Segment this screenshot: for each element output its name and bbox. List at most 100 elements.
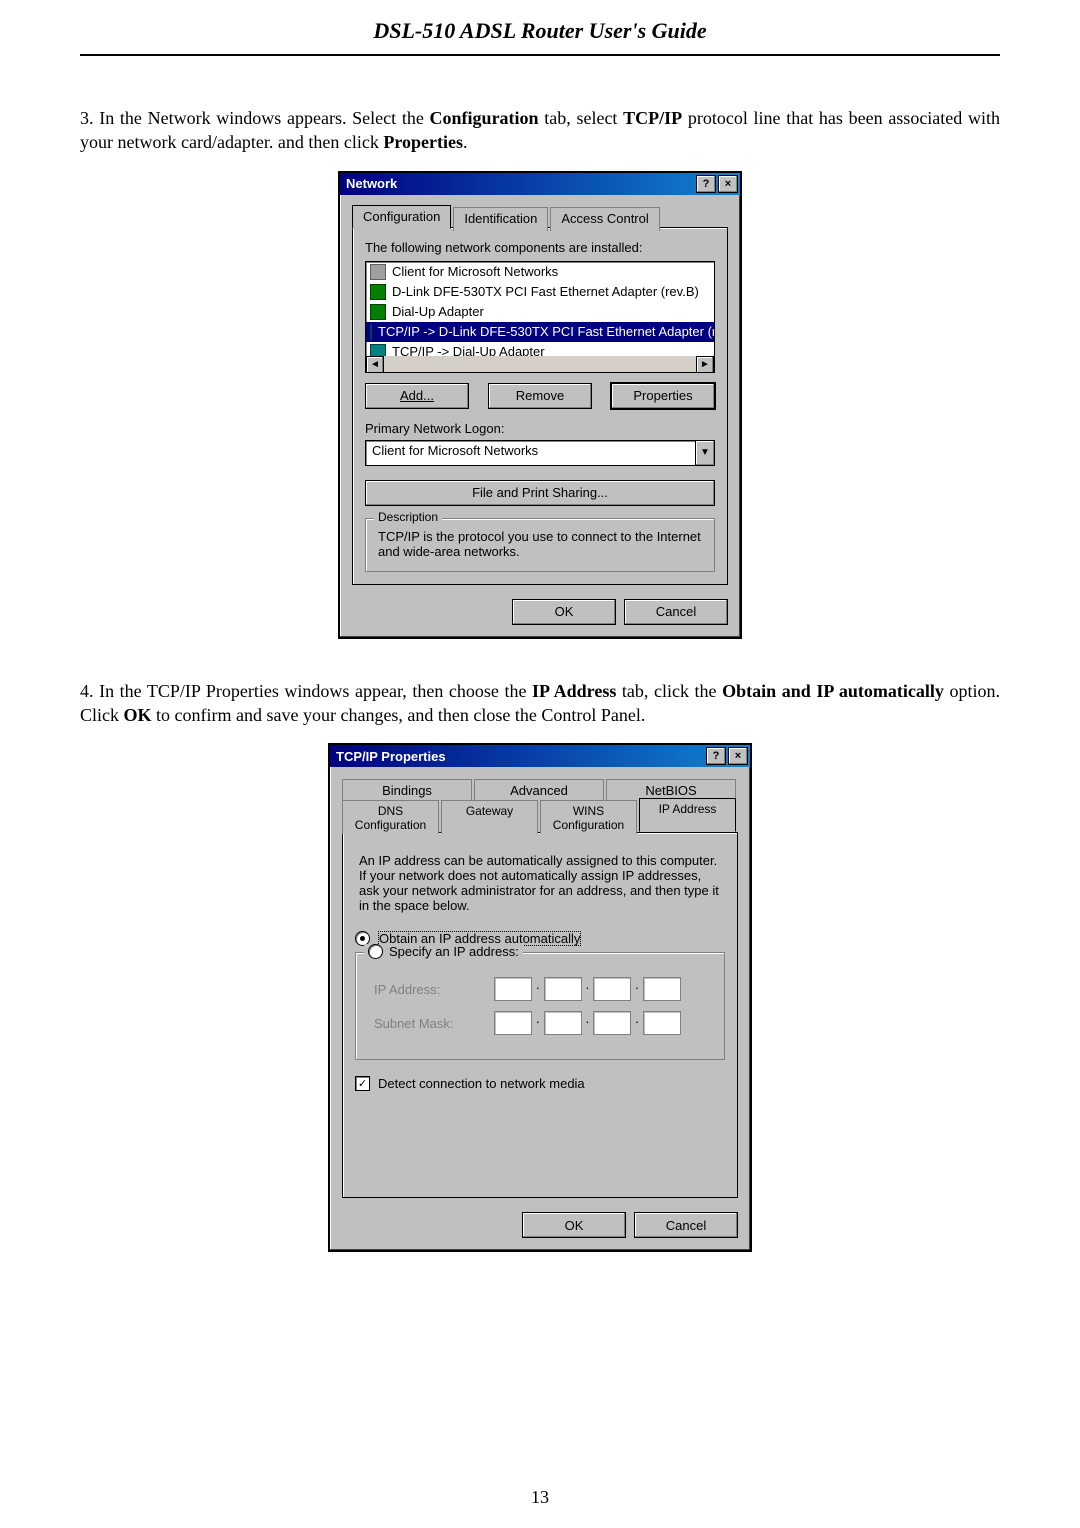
list-item[interactable]: Dial-Up Adapter (366, 302, 714, 322)
tcpip-dialog: TCP/IP Properties ? × Bindings Advanced … (328, 743, 752, 1252)
adapter-icon (370, 304, 386, 320)
tab-netbios[interactable]: NetBIOS (606, 779, 736, 800)
s4-t1: In the TCP/IP Properties windows appear,… (99, 681, 532, 701)
ip-octet[interactable] (544, 1011, 582, 1035)
network-dialog: Network ? × Configuration Identification… (338, 171, 742, 639)
s4-b3: OK (124, 705, 152, 725)
radio-specify[interactable] (368, 944, 383, 959)
tcpip-title: TCP/IP Properties (336, 749, 446, 764)
ok-button[interactable]: OK (512, 599, 616, 625)
primary-logon-label: Primary Network Logon: (365, 421, 715, 436)
list-item-label: Client for Microsoft Networks (392, 264, 558, 279)
client-icon (370, 264, 386, 280)
network-tabs: Configuration Identification Access Cont… (352, 205, 728, 229)
subnet-mask-field[interactable]: . . . (494, 1011, 681, 1035)
s3-t4: . (463, 132, 468, 152)
ip-octet[interactable] (593, 977, 631, 1001)
tab-ip-address[interactable]: IP Address (639, 798, 736, 832)
tab-dns-config[interactable]: DNS Configuration (342, 800, 439, 834)
list-item[interactable]: Client for Microsoft Networks (366, 262, 714, 282)
subnet-mask-label: Subnet Mask: (374, 1016, 474, 1031)
close-button[interactable]: × (718, 175, 738, 193)
file-print-sharing-button[interactable]: File and Print Sharing... (365, 480, 715, 506)
tab-wins-config[interactable]: WINS Configuration (540, 800, 637, 834)
s3-t2: tab, select (539, 108, 624, 128)
primary-logon-value: Client for Microsoft Networks (365, 440, 696, 466)
ip-intro-text: An IP address can be automatically assig… (359, 853, 721, 913)
detect-checkbox[interactable]: ✓ (355, 1076, 370, 1091)
list-item-selected[interactable]: TCP/IP -> D-Link DFE-530TX PCI Fast Ethe… (366, 322, 714, 342)
ip-octet[interactable] (544, 977, 582, 1001)
h-scrollbar[interactable]: ◄ ► (366, 356, 714, 372)
properties-button[interactable]: Properties (611, 383, 715, 409)
detect-label: Detect connection to network media (378, 1076, 585, 1091)
help-button[interactable]: ? (706, 747, 726, 765)
description-group: Description TCP/IP is the protocol you u… (365, 518, 715, 572)
radio-specify-label: Specify an IP address: (389, 944, 519, 959)
adapter-icon (370, 284, 386, 300)
tab-advanced[interactable]: Advanced (474, 779, 604, 800)
help-button[interactable]: ? (696, 175, 716, 193)
add-label: Add... (400, 388, 434, 403)
remove-button[interactable]: Remove (488, 383, 592, 409)
tab-gateway[interactable]: Gateway (441, 800, 538, 834)
ip-address-panel: An IP address can be automatically assig… (342, 832, 738, 1198)
ip-address-label: IP Address: (374, 982, 474, 997)
configuration-panel: The following network components are ins… (352, 227, 728, 585)
s4-t4: to confirm and save your changes, and th… (152, 705, 646, 725)
scroll-right-icon[interactable]: ► (696, 356, 714, 373)
components-listbox[interactable]: Client for Microsoft Networks D-Link DFE… (365, 261, 715, 373)
step-3-text: 3. In the Network windows appears. Selec… (80, 106, 1000, 155)
tcpip-tabs: Bindings Advanced NetBIOS DNS Configurat… (342, 777, 738, 832)
s4-t2: tab, click the (616, 681, 722, 701)
chevron-down-icon[interactable]: ▼ (696, 440, 715, 466)
s3-b2: TCP/IP (623, 108, 682, 128)
tab-configuration[interactable]: Configuration (352, 205, 451, 229)
scroll-left-icon[interactable]: ◄ (366, 356, 384, 373)
step-3-number: 3. (80, 108, 94, 128)
description-text: TCP/IP is the protocol you use to connec… (378, 529, 702, 559)
tab-bindings[interactable]: Bindings (342, 779, 472, 800)
tcpip-titlebar[interactable]: TCP/IP Properties ? × (330, 745, 750, 767)
s3-b3: Properties (383, 132, 463, 152)
s4-b1: IP Address (532, 681, 616, 701)
list-item[interactable]: D-Link DFE-530TX PCI Fast Ethernet Adapt… (366, 282, 714, 302)
ip-octet[interactable] (643, 977, 681, 1001)
tab-access-control[interactable]: Access Control (550, 207, 659, 231)
description-legend: Description (374, 510, 442, 524)
ok-label: OK (565, 1218, 584, 1233)
ip-octet[interactable] (494, 1011, 532, 1035)
step-4-number: 4. (80, 681, 94, 701)
add-button[interactable]: Add... (365, 383, 469, 409)
close-button[interactable]: × (728, 747, 748, 765)
protocol-icon (370, 324, 372, 340)
list-item-label: TCP/IP -> D-Link DFE-530TX PCI Fast Ethe… (378, 324, 715, 339)
cancel-label: Cancel (666, 1218, 706, 1233)
ip-octet[interactable] (494, 977, 532, 1001)
ok-label: OK (555, 604, 574, 619)
detect-row[interactable]: ✓ Detect connection to network media (355, 1076, 725, 1091)
tab-identification[interactable]: Identification (453, 207, 548, 231)
list-item-label: D-Link DFE-530TX PCI Fast Ethernet Adapt… (392, 284, 699, 299)
cancel-button[interactable]: Cancel (634, 1212, 738, 1238)
step-4-text: 4. In the TCP/IP Properties windows appe… (80, 679, 1000, 728)
cancel-label: Cancel (656, 604, 696, 619)
list-item-label: Dial-Up Adapter (392, 304, 484, 319)
components-intro: The following network components are ins… (365, 240, 715, 255)
ip-octet[interactable] (643, 1011, 681, 1035)
ip-octet[interactable] (593, 1011, 631, 1035)
ok-button[interactable]: OK (522, 1212, 626, 1238)
remove-label: Remove (516, 388, 564, 403)
network-title: Network (346, 176, 397, 191)
page-number: 13 (0, 1487, 1080, 1508)
s3-b1: Configuration (430, 108, 539, 128)
network-titlebar[interactable]: Network ? × (340, 173, 740, 195)
s4-b2: Obtain and IP automatically (722, 681, 944, 701)
primary-logon-combo[interactable]: Client for Microsoft Networks ▼ (365, 440, 715, 466)
cancel-button[interactable]: Cancel (624, 599, 728, 625)
properties-label: Properties (633, 388, 692, 403)
file-print-label: File and Print Sharing... (472, 485, 608, 500)
specify-group: Specify an IP address: IP Address: . . . (355, 952, 725, 1060)
header-rule (80, 54, 1000, 56)
ip-address-field[interactable]: . . . (494, 977, 681, 1001)
